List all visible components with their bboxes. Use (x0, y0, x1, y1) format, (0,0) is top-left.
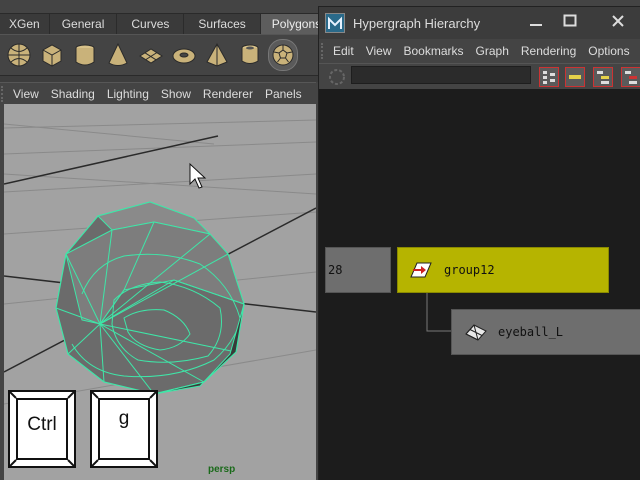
poly-cone-button[interactable] (103, 39, 133, 71)
hg-menu-graph[interactable]: Graph (470, 44, 515, 58)
frame-icon (625, 71, 637, 84)
g-key-overlay: g (90, 390, 158, 468)
hypergraph-title-bar[interactable]: Hypergraph Hierarchy (319, 7, 640, 39)
hypergraph-toolbar (319, 63, 640, 89)
hg-menu-options[interactable]: Options (582, 44, 635, 58)
g-key-label: g (118, 408, 130, 429)
hg-menu-edit[interactable]: Edit (327, 44, 360, 58)
shelf-tab-curves[interactable]: Curves (117, 14, 185, 34)
hypergraph-search-field[interactable] (351, 66, 531, 84)
ctrl-key-label: Ctrl (27, 414, 57, 435)
poly-cube-button[interactable] (37, 39, 67, 71)
hg-node-group12-label: group12 (444, 263, 495, 277)
poly-soccer-ball-icon (272, 44, 294, 66)
minimize-button[interactable] (521, 11, 551, 31)
viewport-menu-show[interactable]: Show (155, 87, 197, 101)
poly-pipe-icon (241, 44, 259, 64)
graph-layout-button[interactable] (593, 67, 613, 87)
shelf-tab-surfaces[interactable]: Surfaces (184, 14, 261, 34)
viewport-menu-panels[interactable]: Panels (259, 87, 308, 101)
hg-menu-view[interactable]: View (360, 44, 398, 58)
frame-graph-button[interactable] (621, 67, 640, 87)
shelf-tab-general[interactable]: General (50, 14, 118, 34)
viewport-menu-renderer[interactable]: Renderer (197, 87, 259, 101)
poly-cylinder-icon (75, 44, 95, 66)
hg-node-eyeball-l[interactable]: eyeball_L (451, 309, 640, 355)
maximize-icon (563, 14, 577, 27)
layout-icon (597, 71, 609, 84)
viewport-menu-shading[interactable]: Shading (45, 87, 101, 101)
connections-icon (569, 75, 581, 79)
hg-node-group12[interactable]: group12 (397, 247, 609, 293)
poly-pyramid-button[interactable] (202, 39, 232, 71)
main-title-strip (0, 0, 320, 14)
hypergraph-title: Hypergraph Hierarchy (353, 15, 481, 31)
shelf-tab-xgen[interactable]: XGen (0, 14, 50, 34)
minimize-icon (530, 24, 542, 26)
viewport-menu-bar: View Shading Lighting Show Renderer Pane… (0, 82, 320, 104)
scene-hierarchy-button[interactable] (539, 67, 559, 87)
poly-pipe-button[interactable] (235, 39, 265, 71)
camera-name-label: persp (208, 464, 236, 475)
close-button[interactable] (603, 11, 633, 31)
hg-node-eyeball-l-label: eyeball_L (498, 325, 564, 339)
transform-node-icon (410, 262, 432, 278)
filter-icon[interactable] (327, 67, 347, 87)
shelf-tabs: XGen General Curves Surfaces Polygons (0, 14, 334, 34)
hg-menu-bookmarks[interactable]: Bookmarks (397, 44, 469, 58)
polygon-shelf (0, 34, 320, 76)
hg-node-partial-label: 28 (328, 263, 343, 277)
viewport-menu-lighting[interactable]: Lighting (101, 87, 155, 101)
poly-cone-icon (108, 42, 128, 66)
maya-logo-icon (325, 13, 345, 33)
hypergraph-canvas[interactable]: 28 group12 eyeball_L (319, 89, 640, 480)
input-output-button[interactable] (565, 67, 585, 87)
poly-cube-icon (42, 44, 62, 67)
poly-cylinder-button[interactable] (70, 39, 100, 71)
mouse-cursor-icon (189, 162, 207, 189)
poly-sphere-icon (7, 43, 31, 67)
poly-soccer-ball-button[interactable] (268, 39, 298, 71)
poly-plane-button[interactable] (136, 39, 166, 71)
eyeball-sphere[interactable] (55, 201, 245, 395)
viewport-menu-view[interactable]: View (7, 87, 45, 101)
hg-node-partial[interactable]: 28 (325, 247, 391, 293)
poly-pyramid-icon (206, 42, 228, 67)
ctrl-key-overlay: Ctrl (8, 390, 76, 468)
hg-menu-rendering[interactable]: Rendering (515, 44, 582, 58)
poly-torus-icon (172, 48, 196, 64)
mesh-node-icon (465, 324, 487, 341)
poly-plane-icon (139, 48, 163, 64)
close-icon (612, 15, 624, 27)
maximize-button[interactable] (555, 11, 585, 31)
poly-sphere-button[interactable] (4, 39, 34, 71)
poly-torus-button[interactable] (169, 39, 199, 71)
screen: XGen General Curves Surfaces Polygons Vi… (0, 0, 640, 480)
hypergraph-window: Hypergraph Hierarchy Edit View Bookmarks… (318, 6, 640, 480)
hierarchy-icon (543, 71, 555, 84)
hypergraph-menu-bar: Edit View Bookmarks Graph Rendering Opti… (319, 40, 640, 62)
